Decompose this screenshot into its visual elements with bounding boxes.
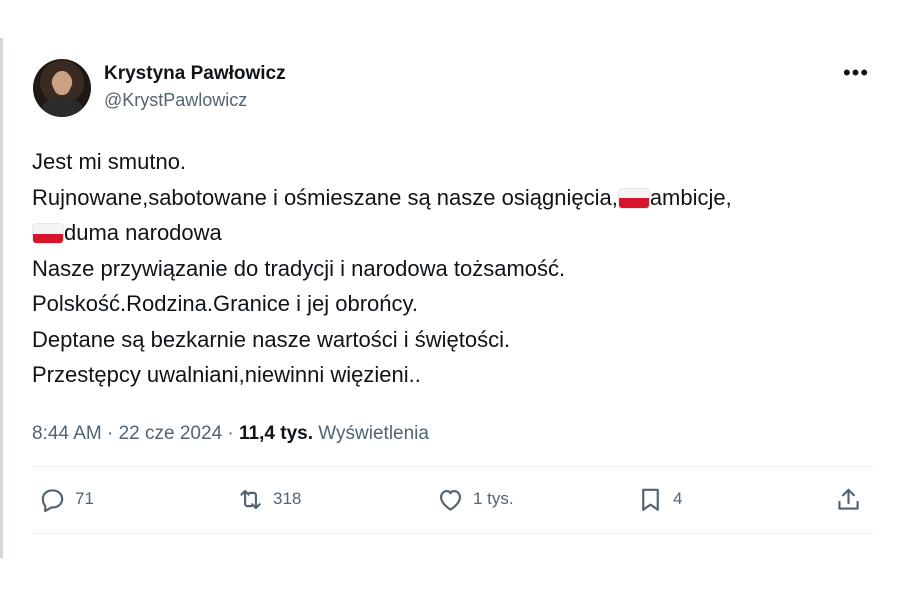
tweet-line: duma narodowa (32, 215, 874, 251)
share-button[interactable] (834, 485, 871, 514)
flag-pl-icon (618, 188, 649, 208)
tweet-line: Jest mi smutno. (32, 149, 187, 174)
tweet-line: Polskość.Rodzina.Granice i jej obrońcy. (32, 291, 418, 316)
flag-pl-icon (33, 224, 63, 243)
bookmark-button[interactable]: 4 (636, 485, 682, 514)
views-label[interactable]: Wyświetlenia (313, 423, 429, 444)
tweet-line: Rujnowane,sabotowane i ośmieszane są nas… (32, 180, 874, 216)
share-icon (838, 488, 859, 510)
tweet-line-text: ambicje, (649, 184, 732, 210)
avatar-shoulders (41, 97, 83, 117)
like-button[interactable]: 1 tys. (436, 485, 514, 514)
user-handle[interactable]: @KrystPawlowicz (104, 89, 286, 112)
reply-button[interactable]: 71 (38, 485, 94, 514)
reply-icon (41, 488, 64, 512)
tweet-line-text: duma narodowa (64, 220, 222, 245)
avatar-face (53, 71, 71, 95)
author-info: Krystyna Pawłowicz @KrystPawlowicz (104, 62, 286, 111)
reply-count: 71 (75, 489, 94, 508)
tweet-text: Jest mi smutno. Rujnowane,sabotowane i o… (32, 144, 874, 393)
tweet-header: Krystyna Pawłowicz @KrystPawlowicz ••• (32, 56, 874, 120)
display-name[interactable]: Krystyna Pawłowicz (104, 62, 286, 86)
tweet-time[interactable]: 8:44 AM (32, 423, 102, 444)
repost-count: 318 (273, 489, 302, 508)
views-count[interactable]: 11,4 tys. (239, 423, 313, 444)
repost-button[interactable]: 318 (236, 485, 301, 514)
repost-icon (240, 489, 261, 509)
action-bar: 71 318 1 tys. 4 (32, 467, 874, 533)
tweet-date[interactable]: 22 cze 2024 (119, 423, 223, 444)
bookmark-icon (642, 488, 659, 511)
left-border (0, 38, 3, 558)
more-icon: ••• (842, 60, 870, 85)
divider (32, 532, 874, 534)
meta-separator: · (222, 422, 240, 444)
tweet-line-text: Rujnowane,sabotowane i ośmieszane są nas… (32, 184, 618, 210)
bookmark-count: 4 (673, 489, 683, 508)
tweet-line: Deptane są bezkarnie nasze wartości i św… (32, 326, 511, 352)
tweet-line: Nasze przywiązanie do tradycji i narodow… (32, 255, 566, 281)
like-count: 1 tys. (473, 489, 514, 508)
tweet-card: Krystyna Pawłowicz @KrystPawlowicz ••• J… (32, 56, 874, 534)
meta-separator: · (101, 422, 119, 444)
like-icon (439, 489, 462, 511)
more-button[interactable]: ••• (842, 62, 870, 86)
tweet-meta: 8:44 AM · 22 cze 2024 · 11,4 tys. Wyświe… (32, 423, 874, 445)
tweet-line: Przestępcy uwalniani,niewinni więzieni.. (32, 362, 421, 387)
avatar[interactable] (33, 59, 91, 117)
